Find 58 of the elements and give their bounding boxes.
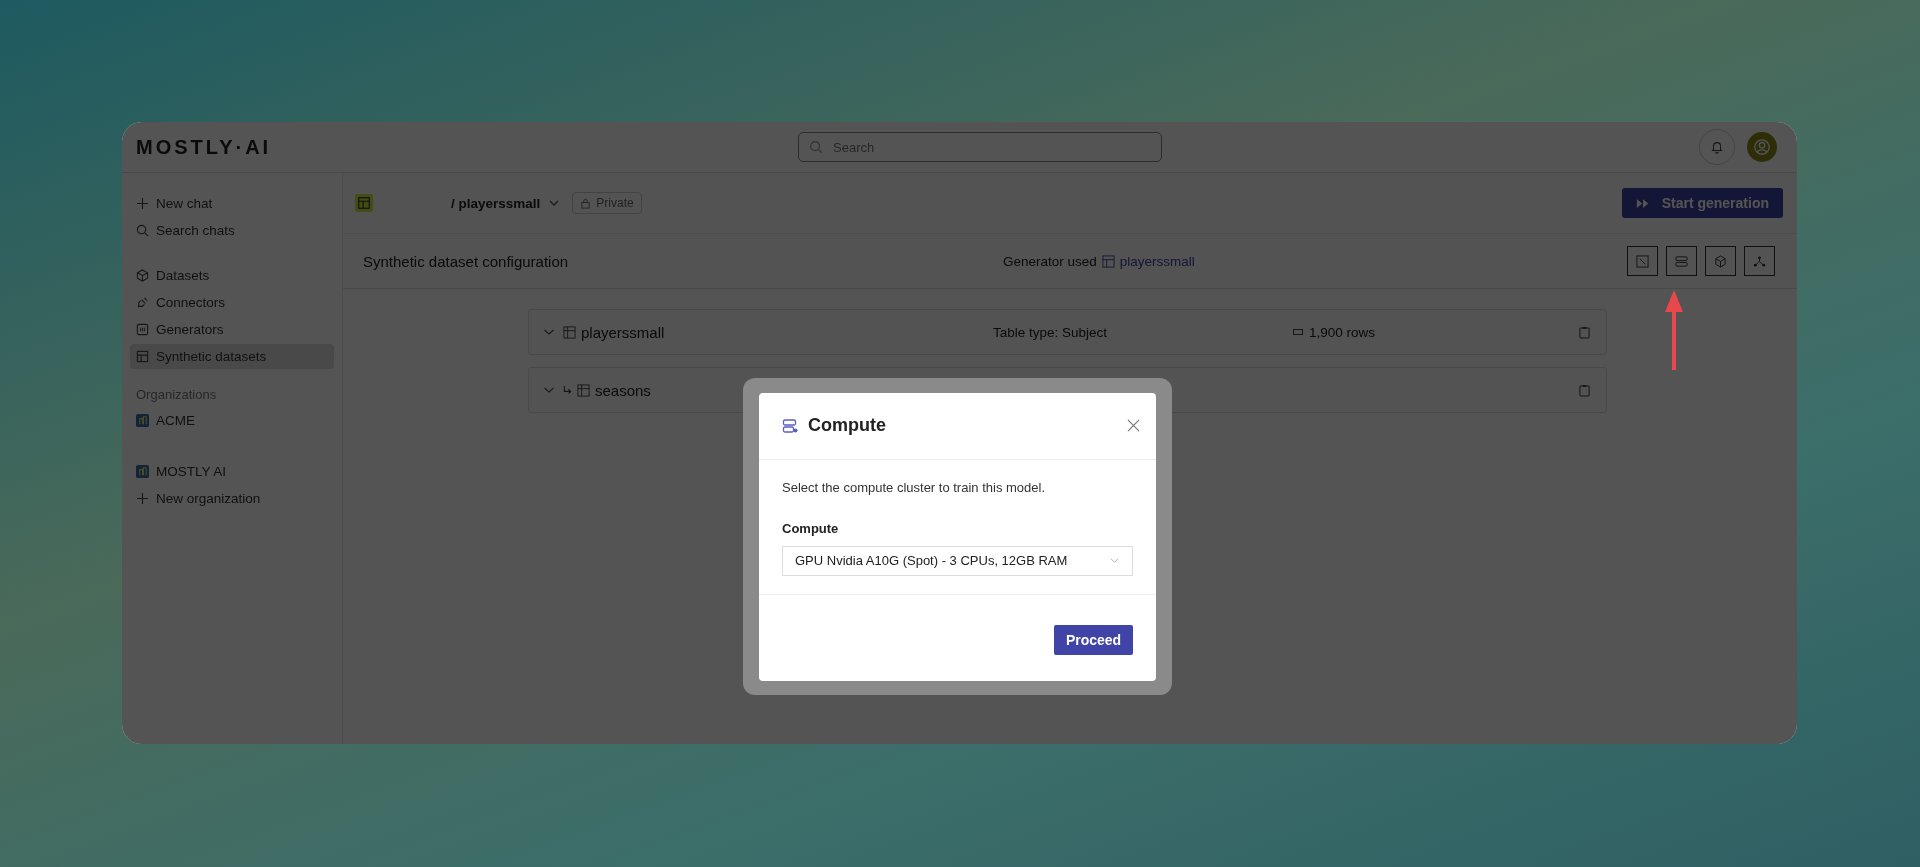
server-icon (782, 417, 798, 434)
row-count: 1,900 rows (1309, 324, 1376, 340)
table-icon (563, 325, 576, 339)
avatar[interactable] (1747, 132, 1777, 162)
network-button[interactable] (1744, 246, 1775, 276)
clipboard-icon[interactable] (1579, 325, 1590, 339)
sidebar-item[interactable]: Datasets (130, 263, 334, 288)
dataset-icon (355, 194, 373, 212)
generator-label: Generator used (1003, 253, 1097, 269)
cube-icon (136, 269, 149, 282)
table-name: playerssmall (581, 323, 665, 341)
plus-icon (136, 197, 149, 210)
proceed-button[interactable]: Proceed (1054, 624, 1133, 655)
search-icon (136, 224, 149, 237)
compute-button[interactable] (1666, 246, 1697, 276)
table-icon (1101, 254, 1115, 268)
table-row[interactable]: playerssmall Table type: Subject 1,900 rows (528, 309, 1607, 355)
chevron-down-icon (1109, 555, 1120, 566)
network-icon (1753, 254, 1766, 268)
fast-forward-icon (1635, 197, 1650, 209)
organization-icon (136, 414, 149, 427)
chip-icon (136, 323, 149, 336)
search-icon (809, 140, 823, 154)
clipboard-icon[interactable] (1579, 383, 1590, 397)
organization-icon (136, 465, 149, 478)
table-name: seasons (595, 381, 651, 399)
sidebar-item[interactable]: New chat (130, 191, 334, 216)
bell-icon (1710, 140, 1724, 154)
sidebar-item[interactable]: MOSTLY AI (130, 459, 334, 484)
linked-arrow-icon (563, 384, 572, 396)
plus-icon (136, 492, 149, 505)
sidebar-item[interactable]: Generators (130, 317, 334, 342)
plug-icon (136, 296, 149, 309)
server-icon (1675, 254, 1688, 268)
logo: MOSTLY·AI (136, 135, 273, 159)
close-icon[interactable] (1127, 419, 1140, 432)
sidebar-item[interactable]: Synthetic datasets (130, 344, 334, 369)
lock-icon (580, 197, 592, 209)
breadcrumb-link[interactable]: / playerssmall (451, 195, 541, 211)
rows-icon (1293, 329, 1303, 335)
section-title: Synthetic dataset configuration (363, 252, 570, 270)
dialog-title: Compute (808, 415, 886, 436)
table-icon (577, 383, 590, 397)
sidebar-item[interactable]: Search chats (130, 218, 334, 243)
square-diagonal-icon (1636, 254, 1649, 268)
cube-button[interactable] (1705, 246, 1736, 276)
field-label: Compute (782, 520, 840, 536)
dialog-description: Select the compute cluster to train this model. (782, 479, 1046, 495)
resize-button[interactable] (1627, 246, 1658, 276)
cube-icon (1714, 254, 1727, 268)
generator-link[interactable]: playerssmall (1119, 253, 1195, 269)
grid-icon (136, 350, 149, 363)
sidebar-item[interactable]: New organization (130, 486, 334, 511)
sidebar-item[interactable]: ACME (130, 408, 334, 433)
compute-select[interactable]: GPU Nvidia A10G (Spot) - 3 CPUs, 12GB RAM (782, 545, 1133, 576)
table-type: Table type: Subject (993, 324, 1109, 340)
start-generation-button[interactable]: Start generation (1621, 188, 1783, 218)
sidebar-item[interactable]: Connectors (130, 290, 334, 315)
